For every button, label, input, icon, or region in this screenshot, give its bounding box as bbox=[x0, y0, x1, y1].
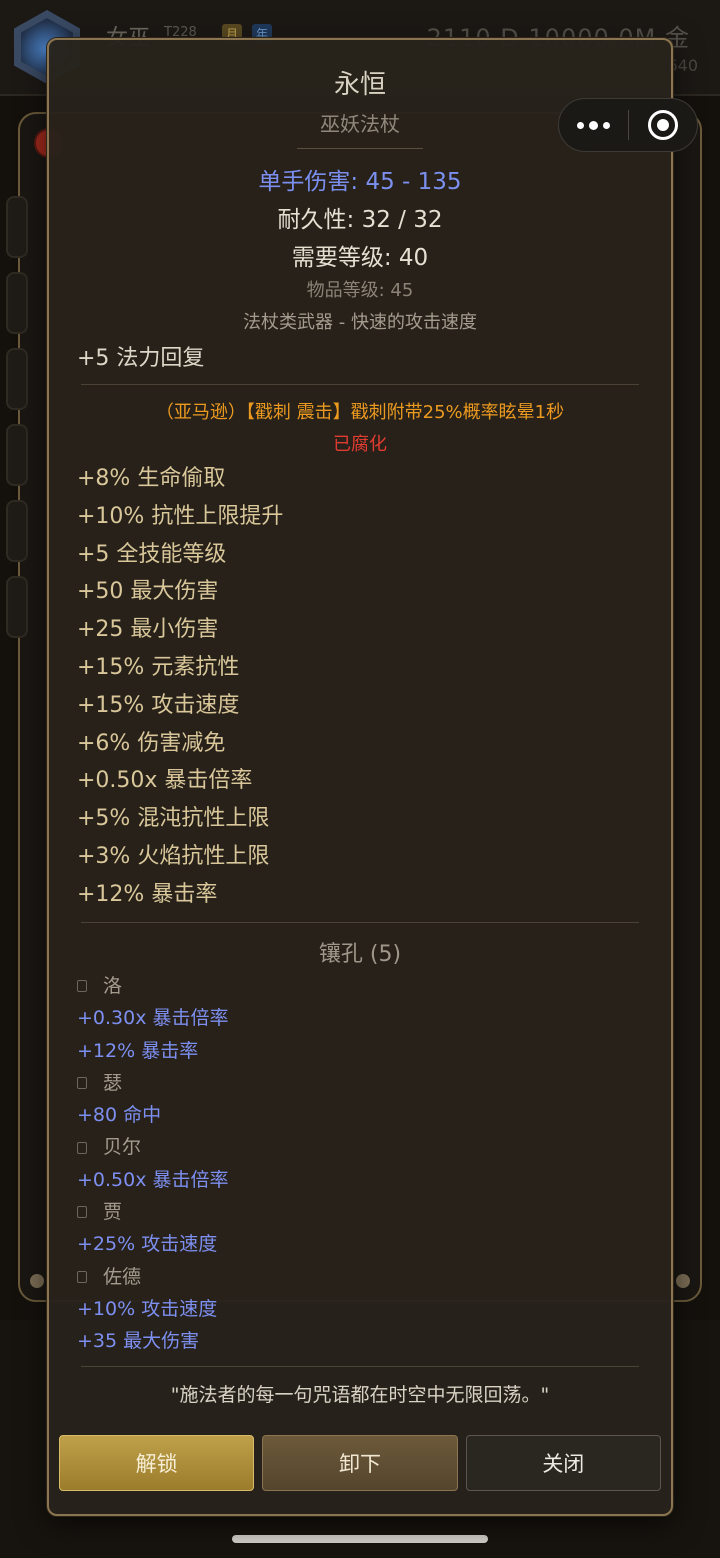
panel-rivet bbox=[30, 1274, 44, 1288]
mod-line: +50 最大伤害 bbox=[77, 579, 219, 605]
mod-line: +10% 抗性上限提升 bbox=[77, 503, 284, 529]
sockets-title: 镶孔 (5) bbox=[318, 942, 402, 967]
rune-icon bbox=[77, 1077, 87, 1090]
mod-line: +0.50x 暴击倍率 bbox=[77, 768, 253, 794]
side-slot bbox=[6, 272, 28, 334]
rune-stat: +35 最大伤害 bbox=[77, 1330, 200, 1353]
rune-stat: +25% 攻击速度 bbox=[77, 1233, 218, 1256]
close-button[interactable]: 关闭 bbox=[465, 1435, 661, 1491]
mod-line: +5 全技能等级 bbox=[77, 541, 227, 567]
rune-name: 贾 bbox=[77, 1196, 229, 1228]
rune-stat: +0.30x 暴击倍率 bbox=[77, 1007, 229, 1030]
rune-name: 贝尔 bbox=[77, 1131, 229, 1163]
unequip-button[interactable]: 卸下 bbox=[262, 1435, 458, 1491]
section-divider bbox=[81, 922, 639, 923]
side-slot bbox=[6, 424, 28, 486]
item-level: 物品等级: 45 bbox=[306, 280, 414, 301]
base-mod: +5 法力回复 bbox=[77, 346, 205, 371]
damage-stat: 单手伤害: 45 - 135 bbox=[258, 169, 462, 195]
side-slot bbox=[6, 500, 28, 562]
close-miniprogram-button[interactable] bbox=[629, 99, 698, 151]
mod-line: +15% 元素抗性 bbox=[77, 654, 240, 680]
item-name: 永恒 bbox=[333, 70, 386, 100]
rune-icon bbox=[77, 980, 87, 993]
section-divider bbox=[81, 1366, 639, 1367]
item-tooltip: 永恒 巫妖法杖 单手伤害: 45 - 135 耐久性: 32 / 32 需要等级… bbox=[47, 38, 673, 1516]
rune-stat: +80 命中 bbox=[77, 1104, 162, 1127]
rune-icon bbox=[77, 1141, 87, 1154]
mod-line: +5% 混沌抗性上限 bbox=[77, 806, 270, 832]
unlock-button[interactable]: 解锁 bbox=[59, 1435, 255, 1491]
panel-rivet bbox=[676, 1274, 690, 1288]
rune-name: 佐德 bbox=[77, 1261, 229, 1293]
rune-icon bbox=[77, 1206, 87, 1219]
side-slot bbox=[6, 196, 28, 258]
section-divider bbox=[81, 384, 639, 385]
title-divider bbox=[297, 148, 423, 149]
rune-name: 瑟 bbox=[77, 1067, 229, 1099]
side-slot bbox=[6, 348, 28, 410]
mod-line: +12% 暴击率 bbox=[77, 881, 218, 907]
rune-icon bbox=[77, 1270, 87, 1283]
required-level: 需要等级: 40 bbox=[291, 245, 429, 271]
mod-line: +6% 伤害减免 bbox=[77, 730, 226, 756]
mod-line: +25 最小伤害 bbox=[77, 617, 219, 643]
mod-line: +15% 攻击速度 bbox=[77, 692, 240, 718]
durability-stat: 耐久性: 32 / 32 bbox=[277, 207, 443, 233]
home-indicator[interactable] bbox=[232, 1535, 488, 1543]
action-buttons: 解锁 卸下 关闭 bbox=[59, 1435, 661, 1491]
flavor-quote: "施法者的每一句咒语都在时空中无限回荡。" bbox=[170, 1384, 550, 1406]
mod-list: +8% 生命偷取 +10% 抗性上限提升 +5 全技能等级 +50 最大伤害 +… bbox=[77, 460, 283, 914]
side-slot bbox=[6, 576, 28, 638]
target-circle-icon bbox=[647, 110, 678, 140]
corrupted-label: 已腐化 bbox=[333, 434, 387, 455]
rune-stat: +12% 暴击率 bbox=[77, 1039, 199, 1062]
legendary-affix: （亚马逊）【戳刺 震击】戳刺附带25%概率眩晕1秒 bbox=[155, 402, 565, 423]
weapon-class: 法杖类武器 - 快速的攻击速度 bbox=[243, 312, 477, 333]
rune-stat: +10% 攻击速度 bbox=[77, 1297, 218, 1320]
rune-name: 洛 bbox=[77, 970, 229, 1002]
miniprogram-capsule bbox=[558, 98, 698, 152]
more-menu-button[interactable] bbox=[559, 99, 628, 151]
mod-line: +8% 生命偷取 bbox=[77, 466, 226, 491]
rune-stat: +0.50x 暴击倍率 bbox=[77, 1168, 229, 1191]
mod-line: +3% 火焰抗性上限 bbox=[77, 843, 270, 869]
socket-list: 洛 +0.30x 暴击倍率 +12% 暴击率 瑟 +80 命中 贝尔 +0.50… bbox=[77, 970, 229, 1358]
more-dots-icon bbox=[576, 121, 584, 129]
